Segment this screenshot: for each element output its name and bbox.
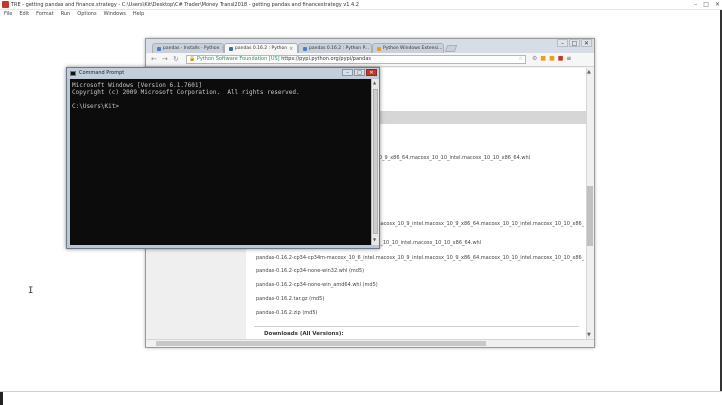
cmd-minimize-icon[interactable]: –	[342, 69, 353, 76]
lock-icon: 🔒	[189, 56, 196, 62]
console-line: Microsoft Windows [Version 6.1.7601]	[72, 82, 203, 89]
cmd-titlebar: Command Prompt – □ ✕	[67, 68, 379, 78]
close-icon[interactable]: ✕	[715, 1, 720, 8]
tab-pandas-pypi[interactable]: pandas 0.16.2 : Python ×	[224, 43, 298, 53]
close-tab-icon[interactable]: ×	[289, 46, 293, 52]
horizontal-scrollbar-thumb[interactable]	[156, 341, 486, 346]
site-identity: Python Software Foundation [US]	[196, 56, 280, 62]
menu-windows[interactable]: Windows	[104, 11, 126, 17]
extension-icons: ⚙ ■ ■ ■ ≡	[532, 55, 571, 62]
new-tab-button[interactable]	[444, 45, 458, 52]
cmd-close-icon[interactable]: ✕	[366, 69, 377, 76]
page-scrollbar-thumb[interactable]	[587, 186, 593, 246]
tab-label: pandas 0.16.2 : Python P...	[309, 46, 369, 51]
editor-menubar: File Edit Format Run Options Windows Hel…	[0, 10, 722, 18]
favicon-icon	[229, 46, 233, 51]
cmd-scrollbar[interactable]: ▲ ▼	[371, 79, 379, 245]
menu-format[interactable]: Format	[36, 11, 54, 17]
desktop-screen: TRE - getting pandas and finance.strateg…	[0, 0, 722, 405]
extension-red-icon[interactable]: ■	[558, 55, 564, 62]
url-text: https://pypi.python.org/pypi/pandas	[281, 56, 372, 62]
back-arrow-icon[interactable]: ←	[151, 55, 157, 63]
download-link[interactable]: pandas-0.16.2.tar.gz (md5)	[256, 296, 584, 302]
console-line: Copyright (c) 2009 Microsoft Corporation…	[72, 89, 300, 96]
browser-minimize-icon[interactable]: –	[557, 39, 568, 47]
browser-window-controls: – □ ✕	[557, 39, 592, 47]
downloads-heading: Downloads (All Versions):	[264, 331, 344, 337]
menu-edit[interactable]: Edit	[19, 11, 29, 17]
console-prompt: C:\Users\Kit>	[72, 103, 119, 110]
cmd-window-title: Command Prompt	[79, 70, 125, 76]
horizontal-scrollbar[interactable]	[146, 339, 594, 347]
editor-status-bar	[0, 391, 722, 405]
cmd-scroll-down-icon[interactable]: ▼	[373, 237, 376, 242]
menu-help[interactable]: Help	[133, 11, 144, 17]
download-link[interactable]: pandas-0.16.2.zip (md5)	[256, 310, 584, 316]
tab-strip: pandas · Installs · Python × pandas 0.16…	[146, 39, 594, 53]
favicon-icon	[303, 46, 307, 51]
bookmark-star-icon[interactable]: ☆	[519, 56, 523, 63]
browser-toolbar: ← → ↻ 🔒 Python Software Foundation [US] …	[146, 53, 594, 67]
cmd-maximize-icon[interactable]: □	[354, 69, 365, 76]
text-cursor-icon: I	[28, 286, 34, 296]
scroll-up-icon[interactable]: ▲	[587, 69, 591, 75]
maximize-icon[interactable]: □	[703, 1, 709, 8]
editor-window-controls: – □ ✕	[694, 1, 720, 8]
reload-icon[interactable]: ↻	[173, 55, 179, 63]
browser-maximize-icon[interactable]: □	[569, 39, 580, 47]
menu-hamburger-icon[interactable]: ≡	[566, 55, 571, 62]
tab-label: pandas · Installs · Python	[163, 46, 220, 51]
favicon-icon	[377, 46, 381, 51]
extension-icon[interactable]: ⚙	[532, 55, 537, 62]
menu-run[interactable]: Run	[61, 11, 71, 17]
cmd-window-controls: – □ ✕	[342, 69, 377, 76]
download-link[interactable]: pandas-0.16.2-cp34-none-win_amd64.whl (m…	[256, 282, 584, 288]
tab-label: Python Windows Extensi...	[383, 46, 443, 51]
command-prompt-window: Command Prompt – □ ✕ Microsoft Windows […	[66, 67, 380, 249]
scroll-down-icon[interactable]: ▼	[587, 332, 591, 338]
extension-badge-icon[interactable]: ■	[549, 55, 555, 62]
browser-close-icon[interactable]: ✕	[581, 39, 592, 47]
menu-file[interactable]: File	[4, 11, 12, 17]
cmd-scroll-up-icon[interactable]: ▲	[373, 80, 376, 85]
tab-pandas-installs[interactable]: pandas · Installs · Python ×	[152, 43, 224, 53]
cmd-scrollbar-thumb[interactable]	[373, 89, 378, 234]
section-divider	[254, 326, 579, 327]
forward-arrow-icon[interactable]: →	[162, 55, 168, 63]
menu-options[interactable]: Options	[77, 11, 96, 17]
minimize-icon[interactable]: –	[694, 1, 697, 8]
tab-pandas-pypi-2[interactable]: pandas 0.16.2 : Python P... ×	[298, 43, 372, 53]
download-link[interactable]: pandas-0.16.2-cp34-cp34m-macosx_10_6_int…	[256, 255, 584, 261]
address-bar[interactable]: 🔒 Python Software Foundation [US] https:…	[186, 55, 526, 64]
extension-lock-icon[interactable]: ■	[540, 55, 546, 62]
favicon-icon	[157, 46, 161, 51]
editor-window-title: TRE - getting pandas and finance.strateg…	[11, 1, 359, 8]
app-icon	[2, 1, 9, 8]
tab-python-windows-ext[interactable]: Python Windows Extensi... ×	[372, 43, 444, 53]
editor-titlebar: TRE - getting pandas and finance.strateg…	[0, 0, 722, 10]
cmd-app-icon	[70, 70, 76, 76]
download-link[interactable]: pandas-0.16.2-cp34-none-win32.whl (md5)	[256, 268, 584, 274]
console-output[interactable]: Microsoft Windows [Version 6.1.7601] Cop…	[70, 79, 371, 245]
tab-label: pandas 0.16.2 : Python	[235, 46, 288, 51]
